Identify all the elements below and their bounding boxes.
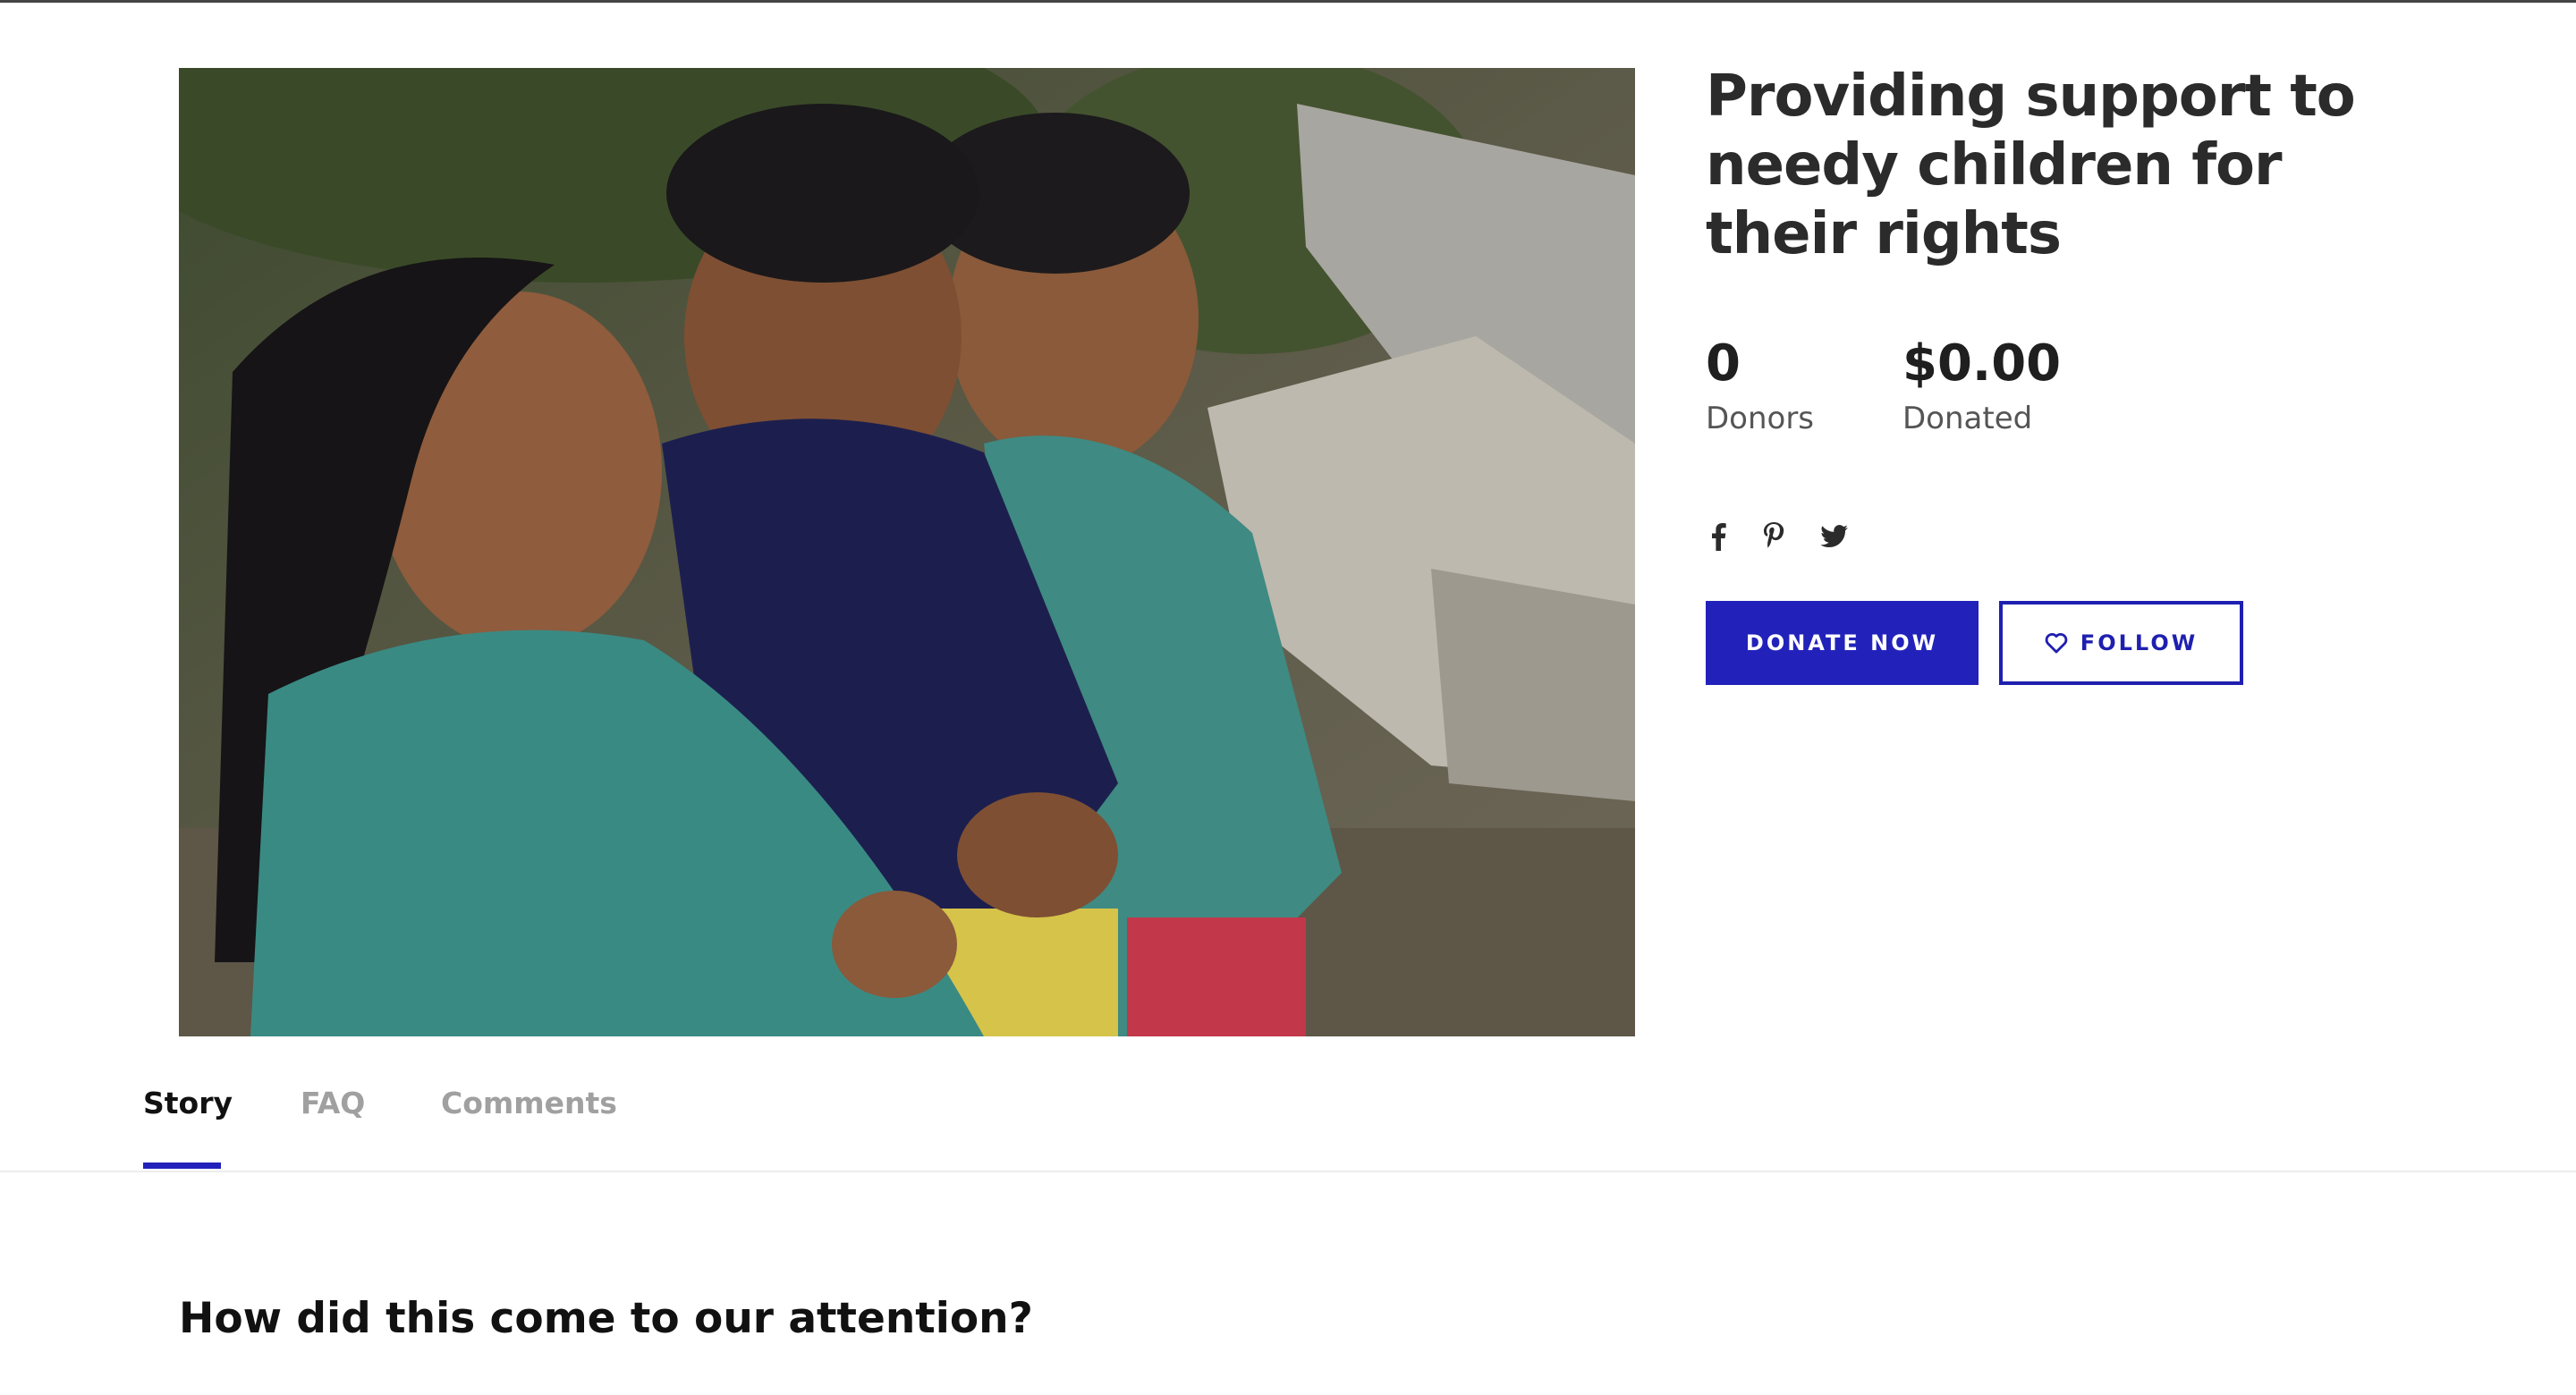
donors-label: Donors [1706, 401, 1815, 436]
photo-children-image [179, 68, 1635, 1036]
story-heading: How did this come to our attention? [179, 1294, 1033, 1343]
active-tab-indicator [143, 1162, 221, 1169]
donated-amount: $0.00 [1902, 334, 2062, 393]
campaign-info: Providing support to needy children for … [1706, 63, 2421, 685]
heart-icon [2045, 632, 2068, 654]
follow-button[interactable]: FOLLOW [1999, 601, 2243, 685]
twitter-icon[interactable] [1815, 517, 1854, 556]
donated-label: Donated [1902, 401, 2033, 436]
donors-count: 0 [1706, 334, 1741, 393]
tabs-divider [0, 1171, 2576, 1172]
donate-now-button[interactable]: DONATE NOW [1706, 601, 1979, 685]
campaign-stats: 0 Donors $0.00 Donated [1706, 333, 2332, 449]
donated-stat: $0.00 Donated [1902, 333, 2061, 436]
top-border [0, 0, 2576, 3]
tab-comments[interactable]: Comments [441, 1086, 617, 1121]
donate-now-label: DONATE NOW [1745, 630, 1939, 655]
campaign-page: Providing support to needy children for … [0, 0, 2576, 1395]
tab-faq[interactable]: FAQ [301, 1086, 365, 1121]
follow-label: FOLLOW [2080, 630, 2199, 655]
campaign-photo [179, 68, 1635, 1036]
donors-stat: 0 Donors [1706, 333, 1814, 436]
campaign-title: Providing support to needy children for … [1706, 63, 2356, 267]
facebook-icon[interactable] [1699, 517, 1738, 556]
tab-story[interactable]: Story [143, 1086, 233, 1121]
pinterest-icon[interactable] [1754, 517, 1793, 556]
